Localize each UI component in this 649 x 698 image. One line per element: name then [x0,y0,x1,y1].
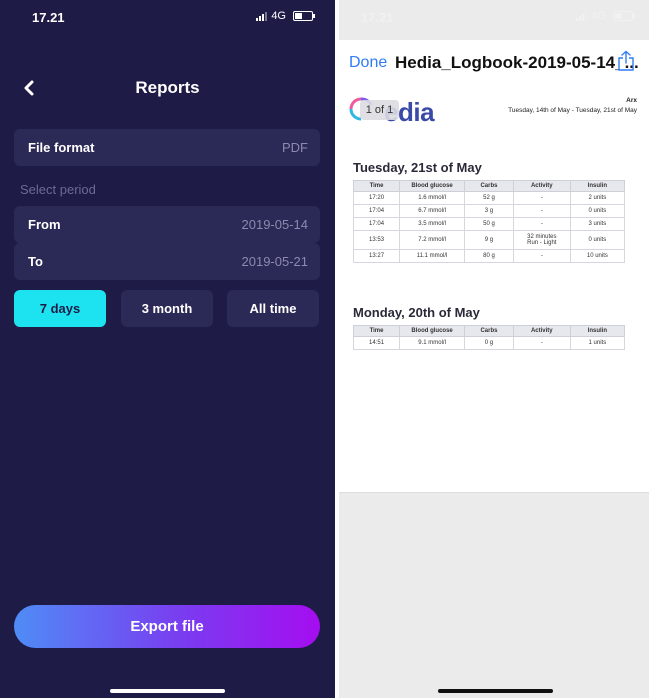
table-cell: 11.1 mmol/l [399,249,466,263]
column-header: Time [352,325,401,337]
preview-nav-bar: Done Hedia_Logbook-2019-05-14_... [339,40,649,84]
export-file-button[interactable]: Export file [14,605,320,648]
share-icon [618,50,634,71]
table-cell: 9 g [464,230,514,250]
file-name-title: Hedia_Logbook-2019-05-14_... [395,53,639,72]
table-cell: 1.6 mmol/l [399,191,466,205]
to-label: To [28,254,43,269]
day-log-table: Time Blood glucose Carbs Activity Insuli… [352,180,626,263]
from-value: 2019-05-14 [241,217,309,232]
column-header: Insulin [569,325,626,337]
signal-icon [256,11,268,21]
table-cell: 14:51 [352,336,401,350]
network-status: 4G [256,10,315,22]
table-cell: - [512,191,571,205]
table-cell: 17:04 [352,204,401,218]
page-title: Reports [135,78,200,97]
table-cell: 80 g [464,249,514,263]
network-label: 4G [591,10,606,22]
table-cell: 3 units [569,217,626,231]
table-cell: 1 units [569,336,626,350]
table-cell: 2 units [569,191,626,205]
table-cell: 52 g [464,191,514,205]
table-cell: 13:53 [352,230,401,250]
table-cell: - [512,217,571,231]
column-header: Insulin [569,180,626,192]
table-cell: 17:20 [352,191,401,205]
pdf-preview-screen: 17.21 4G Done Hedia_Logbook-2019-05-14_.… [339,0,649,698]
table-cell: 50 g [464,217,514,231]
table-cell: 0 units [569,204,626,218]
table-row: 14:51 9.1 mmol/l 0 g - 1 units [352,336,626,350]
table-cell: 3 g [464,204,514,218]
file-format-row[interactable]: File format PDF [14,129,320,166]
page-indicator-badge: 1 of 1 [360,100,399,120]
table-cell: 6.7 mmol/l [399,204,466,218]
column-header: Activity [512,325,571,337]
column-header: Time [352,180,401,192]
battery-icon [293,11,315,21]
share-button[interactable] [617,50,635,77]
status-time: 17.21 [32,10,65,25]
column-header: Activity [512,180,571,192]
day-heading: Tuesday, 21st of May [353,160,482,175]
period-3-month-button[interactable]: 3 month [121,290,213,327]
table-header-row: Time Blood glucose Carbs Activity Insuli… [352,180,626,192]
network-label: 4G [271,10,286,22]
period-all-time-button[interactable]: All time [227,290,319,327]
period-7-days-button[interactable]: 7 days [14,290,106,327]
table-row: 13:27 11.1 mmol/l 80 g - 10 units [352,249,626,263]
signal-icon [576,11,588,21]
status-bar: 17.21 4G [339,0,649,30]
table-cell: - [512,336,571,350]
day-heading: Monday, 20th of May [353,305,480,320]
table-row: 17:04 3.5 mmol/l 50 g - 3 units [352,217,626,231]
table-cell: 3.5 mmol/l [399,217,466,231]
table-cell: 32 minutes Run - Light [512,230,571,250]
table-cell: 17:04 [352,217,401,231]
file-format-label: File format [28,140,95,155]
status-bar: 17.21 4G [0,0,335,30]
home-indicator[interactable] [438,689,553,693]
table-cell: 0 units [569,230,626,250]
from-date-row[interactable]: From 2019-05-14 [14,206,320,243]
column-header: Carbs [464,325,514,337]
column-header: Blood glucose [399,180,466,192]
column-header: Carbs [464,180,514,192]
table-cell: - [512,249,571,263]
table-row: 13:53 7.2 mmol/l 9 g 32 minutes Run - Li… [352,230,626,250]
table-cell: - [512,204,571,218]
select-period-heading: Select period [20,182,96,197]
table-cell: 13:27 [352,249,401,263]
home-indicator[interactable] [110,689,225,693]
table-cell: 7.2 mmol/l [399,230,466,250]
table-row: 17:04 6.7 mmol/l 3 g - 0 units [352,204,626,218]
user-name: Arx [626,97,637,104]
report-date-range: Tuesday, 14th of May - Tuesday, 21st of … [508,107,637,114]
to-value: 2019-05-21 [241,254,309,269]
file-format-value: PDF [282,140,308,155]
status-time: 17.21 [361,10,394,25]
network-status: 4G [576,10,635,22]
table-row: 17:20 1.6 mmol/l 52 g - 2 units [352,191,626,205]
to-date-row[interactable]: To 2019-05-21 [14,243,320,280]
pdf-page[interactable]: edia 1 of 1 Arx Tuesday, 14th of May - T… [339,84,649,493]
reports-screen: 17.21 4G Reports File format PDF Select … [0,0,335,698]
column-header: Blood glucose [399,325,466,337]
from-label: From [28,217,61,232]
day-log-table: Time Blood glucose Carbs Activity Insuli… [352,325,626,350]
battery-icon [613,11,635,21]
done-button[interactable]: Done [349,54,387,72]
table-header-row: Time Blood glucose Carbs Activity Insuli… [352,325,626,337]
table-cell: 10 units [569,249,626,263]
table-cell: 9.1 mmol/l [399,336,466,350]
table-cell: 0 g [464,336,514,350]
